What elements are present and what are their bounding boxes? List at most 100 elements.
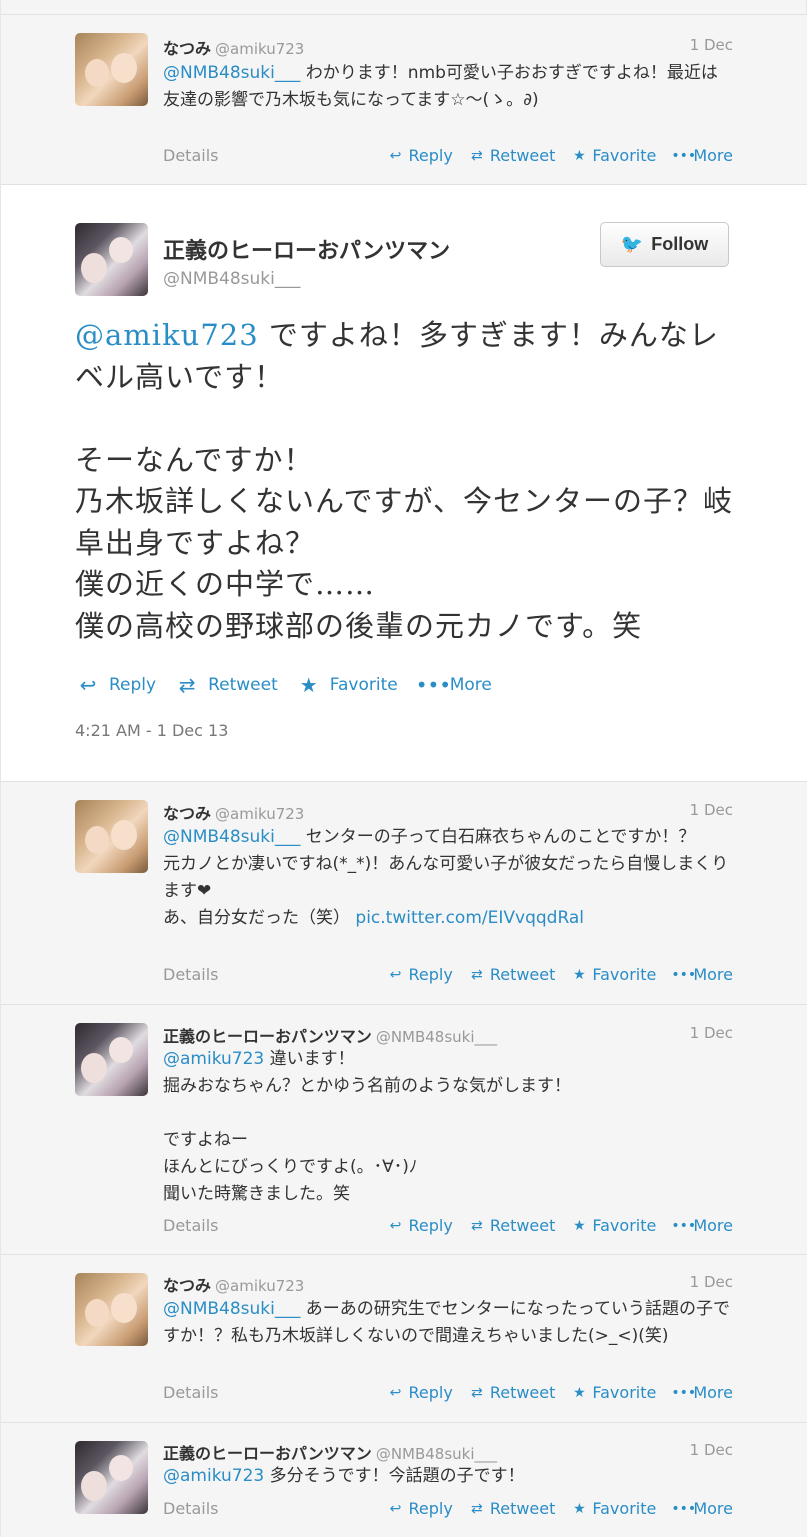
mention-link[interactable]: @amiku723 [163,1049,264,1069]
focused-tweet: 正義のヒーローおパンツマン @NMB48suki___ 🐦 Follow @am… [1,184,807,781]
more-button[interactable]: ••• More [416,673,492,697]
mention-link[interactable]: @NMB48suki___ [163,63,300,83]
more-button[interactable]: ••• More [671,1216,733,1235]
user-name[interactable]: 正義のヒーローおパンツマン [163,1444,372,1463]
tweet-text: @amiku723 違います！ 掘みおなちゃん？とかゆう名前のような気がします！… [163,1049,571,1204]
tweet-timestamp[interactable]: 4:21 AM - 1 Dec 13 [75,721,228,740]
more-button[interactable]: ••• More [671,1383,733,1402]
avatar[interactable] [75,800,148,873]
tweet-conversation: なつみ @amiku723 1 Dec @NMB48suki___ わかります！n… [0,0,807,1537]
retweet-button[interactable]: ⇄ Retweet [468,1216,555,1235]
tweet-actions: ↩ Reply ⇄ Retweet ★ Favorite ••• More [75,673,492,697]
star-icon: ★ [573,1217,586,1234]
user-handle[interactable]: @NMB48suki___ [376,1445,497,1463]
user-name[interactable]: なつみ [163,1276,211,1295]
tweet-item[interactable]: なつみ @amiku723 1 Dec @NMB48suki___ あーあの研究生… [1,1254,807,1422]
tweet-date[interactable]: 1 Dec [690,1273,733,1291]
more-button[interactable]: ••• More [671,965,733,984]
user-name[interactable]: なつみ [163,804,211,823]
star-icon: ★ [573,147,586,164]
reply-arrow-icon: ↩ [389,1217,402,1234]
tweet-header: なつみ @amiku723 [163,35,304,59]
favorite-button[interactable]: ★ Favorite [570,1383,656,1402]
reply-button[interactable]: ↩ Reply [387,1383,453,1402]
retweet-button[interactable]: ⇄ Retweet [468,1499,555,1518]
reply-arrow-icon: ↩ [389,1500,402,1517]
retweet-button[interactable]: ⇄ Retweet [468,1383,555,1402]
ellipsis-icon: ••• [671,147,697,164]
star-icon: ★ [299,673,318,697]
tweet-text: @NMB48suki___ わかります！nmb可愛い子おおすぎですよね！最近は友… [163,63,718,110]
reply-button[interactable]: ↩ Reply [387,1499,453,1518]
retweet-button[interactable]: ⇄ Retweet [468,146,555,165]
details-link[interactable]: Details [163,1216,218,1235]
star-icon: ★ [573,1500,586,1517]
reply-button[interactable]: ↩ Reply [387,965,453,984]
details-link[interactable]: Details [163,146,218,165]
twitter-bird-icon: 🐦 [620,234,644,254]
tweet-item[interactable]: 正義のヒーローおパンツマン @NMB48suki___ 1 Dec @amiku7… [1,1422,807,1537]
retweet-icon: ⇄ [470,147,483,164]
mention-link[interactable]: @amiku723 [163,1466,264,1486]
avatar[interactable] [75,1273,148,1346]
tweet-actions: Details ↩ Reply ⇄ Retweet ★ Favorite ••• Mor… [163,1383,733,1405]
tweet-actions: Details ↩ Reply ⇄ Retweet ★ Favorite ••• Mor… [163,1499,733,1521]
tweet-date[interactable]: 1 Dec [690,1441,733,1459]
retweet-button[interactable]: ⇄ Retweet [174,673,278,697]
user-name[interactable]: 正義のヒーローおパンツマン [163,233,450,265]
favorite-button[interactable]: ★ Favorite [570,965,656,984]
reply-button[interactable]: ↩ Reply [387,146,453,165]
tweet-item[interactable]: なつみ @amiku723 1 Dec @NMB48suki___ センターの子っ… [1,781,807,1004]
more-button[interactable]: ••• More [671,146,733,165]
reply-button[interactable]: ↩ Reply [75,673,156,697]
avatar[interactable] [75,223,148,296]
retweet-button[interactable]: ⇄ Retweet [468,965,555,984]
tweet-header: なつみ @amiku723 [163,1272,304,1296]
favorite-button[interactable]: ★ Favorite [570,146,656,165]
reply-button[interactable]: ↩ Reply [387,1216,453,1235]
tweet-text: @amiku723 多分そうです！今話題の子です！ [163,1466,525,1486]
details-link[interactable]: Details [163,965,218,984]
user-handle[interactable]: @amiku723 [215,805,304,823]
tweet-date[interactable]: 1 Dec [690,1024,733,1042]
favorite-button[interactable]: ★ Favorite [570,1499,656,1518]
details-link[interactable]: Details [163,1499,218,1518]
tweet-header: 正義のヒーローおパンツマン @NMB48suki___ [163,1440,497,1464]
tweet-text: @amiku723 ですよね！多すぎます！みんなレベル高いです！ そーなんですか… [75,318,733,643]
tweet-text: @NMB48suki___ あーあの研究生でセンターになったっていう話題の子です… [163,1299,730,1346]
mention-link[interactable]: @amiku723 [75,318,259,352]
user-handle[interactable]: @amiku723 [215,1277,304,1295]
more-button[interactable]: ••• More [671,1499,733,1518]
user-handle[interactable]: @NMB48suki___ [376,1028,497,1046]
details-link[interactable]: Details [163,1383,218,1402]
tweet-date[interactable]: 1 Dec [690,36,733,54]
user-name[interactable]: なつみ [163,39,211,58]
tweet-item[interactable]: 正義のヒーローおパンツマン @NMB48suki___ 1 Dec @amiku7… [1,1004,807,1254]
ellipsis-icon: ••• [671,1217,697,1234]
reply-arrow-icon: ↩ [79,673,97,697]
pic-link[interactable]: pic.twitter.com/EIVvqqdRal [355,908,584,928]
avatar[interactable] [75,1023,148,1096]
favorite-button[interactable]: ★ Favorite [296,673,398,697]
user-name[interactable]: 正義のヒーローおパンツマン [163,1027,372,1046]
star-icon: ★ [573,1384,586,1401]
reply-arrow-icon: ↩ [389,147,402,164]
avatar[interactable] [75,33,148,106]
user-handle[interactable]: @NMB48suki___ [163,269,300,289]
tweet-date[interactable]: 1 Dec [690,801,733,819]
mention-link[interactable]: @NMB48suki___ [163,1299,300,1319]
avatar[interactable] [75,1441,148,1514]
user-handle[interactable]: @amiku723 [215,40,304,58]
tweet-header: なつみ @amiku723 [163,800,304,824]
tweet-header: 正義のヒーローおパンツマン @NMB48suki___ [163,1023,497,1047]
ellipsis-icon: ••• [671,966,697,983]
follow-button[interactable]: 🐦 Follow [600,222,729,267]
mention-link[interactable]: @NMB48suki___ [163,827,300,847]
reply-arrow-icon: ↩ [389,1384,402,1401]
ellipsis-icon: ••• [415,673,452,697]
favorite-button[interactable]: ★ Favorite [570,1216,656,1235]
retweet-icon: ⇄ [470,1500,483,1517]
tweet-actions: Details ↩ Reply ⇄ Retweet ★ Favorite ••• Mor… [163,146,733,168]
tweet-item[interactable]: なつみ @amiku723 1 Dec @NMB48suki___ わかります！n… [1,14,807,184]
tweet-text: @NMB48suki___ センターの子って白石麻衣ちゃんのことですか！？ 元カ… [163,827,729,928]
